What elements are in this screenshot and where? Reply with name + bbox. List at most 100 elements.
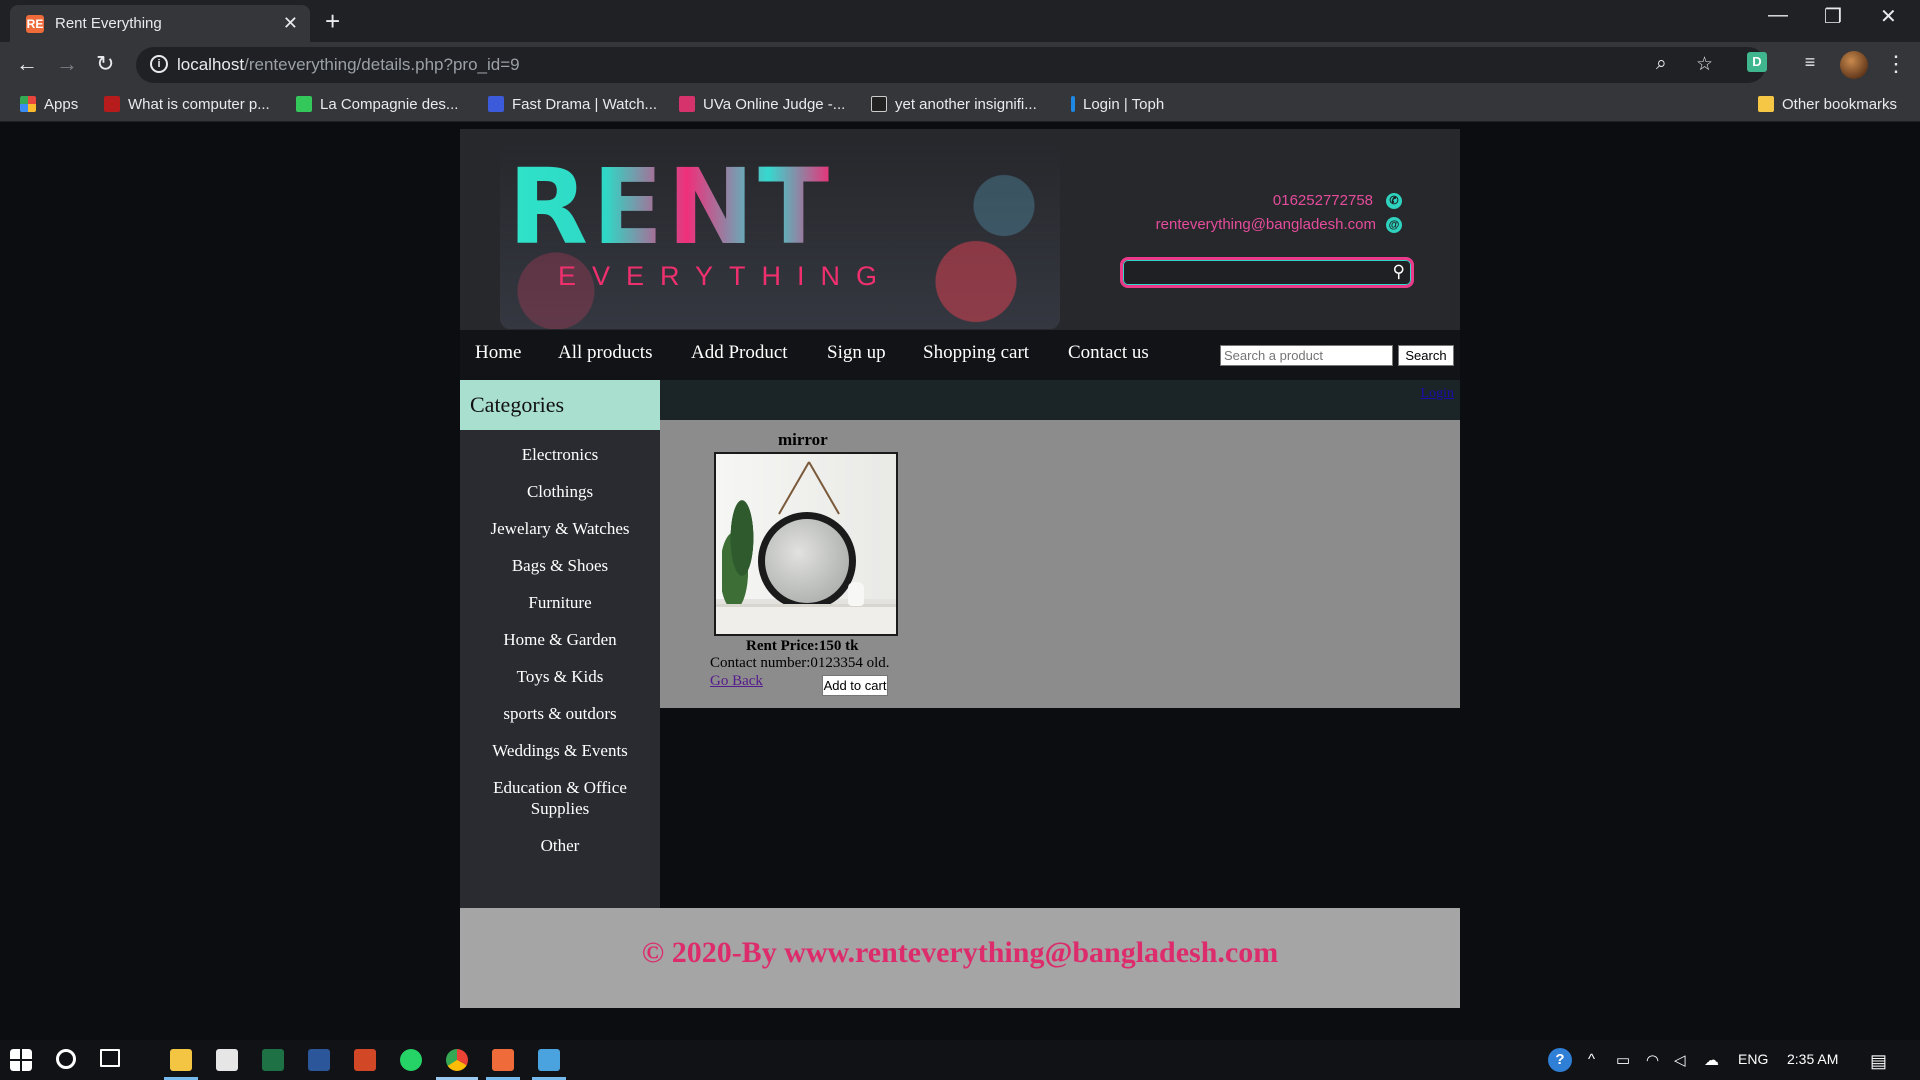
browser-toolbar: ← → ↻ i localhost/renteverything/details…: [0, 42, 1920, 88]
bookmarks-bar: Apps What is computer p... La Compagnie …: [0, 88, 1920, 122]
nav-home[interactable]: Home: [475, 342, 521, 364]
menu-kebab-icon[interactable]: ⋮: [1885, 51, 1907, 77]
nav-shopping-cart[interactable]: Shopping cart: [923, 342, 1029, 364]
product-image: [714, 452, 898, 636]
product-name: mirror: [778, 430, 828, 449]
login-bar: Login: [660, 380, 1460, 420]
browser-titlebar: RE Rent Everything ✕ + — ❐ ✕: [0, 0, 1920, 42]
zoom-icon[interactable]: ⌕: [1656, 53, 1667, 75]
image-mirror: [758, 512, 856, 610]
site-icon: [296, 96, 312, 112]
tab-close-icon[interactable]: ✕: [283, 13, 298, 34]
go-back-link[interactable]: Go Back: [710, 673, 763, 690]
site-icon: [679, 96, 695, 112]
bookmark-item[interactable]: Login | Toph: [1071, 96, 1164, 113]
site-icon: [1071, 96, 1075, 112]
email-icon: @: [1386, 217, 1402, 233]
browser-tab[interactable]: RE Rent Everything ✕: [10, 5, 310, 42]
category-bags-shoes[interactable]: Bags & Shoes: [485, 555, 635, 576]
other-bookmarks[interactable]: Other bookmarks: [1758, 96, 1897, 113]
nav-add-product[interactable]: Add Product: [691, 342, 788, 364]
profile-avatar[interactable]: [1840, 51, 1868, 79]
search-button[interactable]: Search: [1398, 345, 1454, 366]
login-link[interactable]: Login: [1421, 386, 1454, 402]
whatsapp-icon: ✆: [1386, 193, 1402, 209]
contact-phone: 016252772758: [1272, 192, 1373, 209]
new-tab-icon[interactable]: +: [325, 6, 340, 37]
footer-copyright: © 2020-By www.renteverything@bangladesh.…: [641, 936, 1279, 969]
banner-search-input[interactable]: ⚲: [1120, 257, 1414, 288]
categories-sidebar: Categories Electronics Clothings Jewelar…: [460, 380, 660, 908]
category-furniture[interactable]: Furniture: [485, 592, 635, 613]
address-bar[interactable]: i localhost/renteverything/details.php?p…: [136, 47, 1766, 83]
help-icon[interactable]: ?: [1548, 1048, 1572, 1072]
forward-arrow-icon[interactable]: →: [56, 51, 78, 77]
product-search-input[interactable]: Search a product: [1220, 345, 1393, 366]
add-to-cart-button[interactable]: Add to cart: [822, 675, 888, 696]
category-weddings[interactable]: Weddings & Events: [485, 740, 635, 761]
category-education[interactable]: Education & Office Supplies: [485, 777, 635, 819]
image-plant: [722, 494, 762, 604]
image-vase: [848, 582, 864, 606]
word-icon[interactable]: [308, 1049, 330, 1071]
category-jewelary[interactable]: Jewelary & Watches: [485, 518, 635, 539]
excel-icon[interactable]: [262, 1049, 284, 1071]
tray-chevron-icon[interactable]: ^: [1588, 1051, 1595, 1068]
product-price: Rent Price:150 tk: [746, 638, 859, 654]
battery-icon[interactable]: ▭: [1616, 1051, 1630, 1069]
cortana-icon[interactable]: [56, 1049, 76, 1069]
folder-icon: [1758, 96, 1774, 112]
nav-contact-us[interactable]: Contact us: [1068, 342, 1149, 364]
onedrive-icon[interactable]: ☁: [1704, 1051, 1719, 1069]
category-clothings[interactable]: Clothings: [485, 481, 635, 502]
restore-icon[interactable]: ❐: [1824, 4, 1842, 29]
category-sports[interactable]: sports & outdors: [485, 703, 635, 724]
nav-all-products[interactable]: All products: [558, 342, 652, 364]
category-other[interactable]: Other: [485, 835, 635, 856]
store-icon[interactable]: [216, 1049, 238, 1071]
bookmark-item[interactable]: Fast Drama | Watch...: [488, 96, 657, 113]
language-indicator[interactable]: ENG: [1738, 1051, 1768, 1067]
bookmark-item[interactable]: yet another insignifi...: [871, 96, 1037, 113]
bookmark-item[interactable]: What is computer p...: [104, 96, 270, 113]
category-home-garden[interactable]: Home & Garden: [485, 629, 635, 650]
url-text[interactable]: localhost/renteverything/details.php?pro…: [177, 55, 520, 75]
chrome-icon[interactable]: [446, 1049, 468, 1071]
whatsapp-app-icon[interactable]: [400, 1049, 422, 1071]
bookmark-item[interactable]: UVa Online Judge -...: [679, 96, 845, 113]
task-view-icon[interactable]: [100, 1049, 120, 1067]
bookmark-star-icon[interactable]: ☆: [1696, 53, 1713, 76]
minimize-icon[interactable]: —: [1768, 4, 1788, 27]
bookmark-item[interactable]: La Compagnie des...: [296, 96, 458, 113]
close-window-icon[interactable]: ✕: [1880, 4, 1897, 29]
product-detail: mirror Rent Price:150 tk Contact number:…: [660, 420, 1460, 708]
back-arrow-icon[interactable]: ←: [16, 51, 38, 77]
app-icon[interactable]: [538, 1049, 560, 1071]
clock[interactable]: 2:35 AM: [1787, 1051, 1838, 1067]
notifications-icon[interactable]: ▤: [1870, 1051, 1887, 1072]
site-icon: [104, 96, 120, 112]
contact-email: renteverything@bangladesh.com: [1155, 216, 1376, 233]
windows-taskbar: ? ^ ▭ ◠ ◁ ☁ ENG 2:35 AM ▤: [0, 1040, 1920, 1080]
web-page: RENT EVERYTHING 016252772758 ✆ rentevery…: [0, 123, 1920, 1040]
bookmark-apps[interactable]: Apps: [20, 96, 78, 113]
site-icon: [488, 96, 504, 112]
site-footer: © 2020-By www.renteverything@bangladesh.…: [460, 908, 1460, 1008]
nav-sign-up[interactable]: Sign up: [827, 342, 886, 364]
file-explorer-icon[interactable]: [170, 1049, 192, 1071]
volume-icon[interactable]: ◁: [1674, 1051, 1686, 1069]
windows-start-icon[interactable]: [10, 1049, 32, 1071]
apps-grid-icon: [20, 96, 36, 112]
reload-icon[interactable]: ↻: [96, 51, 114, 77]
search-icon[interactable]: ⚲: [1393, 262, 1405, 282]
media-control-icon[interactable]: ≡: [1800, 52, 1820, 72]
site-favicon-icon: RE: [26, 15, 44, 33]
category-electronics[interactable]: Electronics: [485, 444, 635, 465]
main-panel: Login mirror Rent Price:150 tk Contact n…: [660, 380, 1460, 708]
wifi-icon[interactable]: ◠: [1646, 1051, 1659, 1069]
xampp-icon[interactable]: [492, 1049, 514, 1071]
category-toys-kids[interactable]: Toys & Kids: [485, 666, 635, 687]
powerpoint-icon[interactable]: [354, 1049, 376, 1071]
extension-d-icon[interactable]: D: [1747, 52, 1767, 72]
site-info-icon[interactable]: i: [150, 55, 168, 73]
